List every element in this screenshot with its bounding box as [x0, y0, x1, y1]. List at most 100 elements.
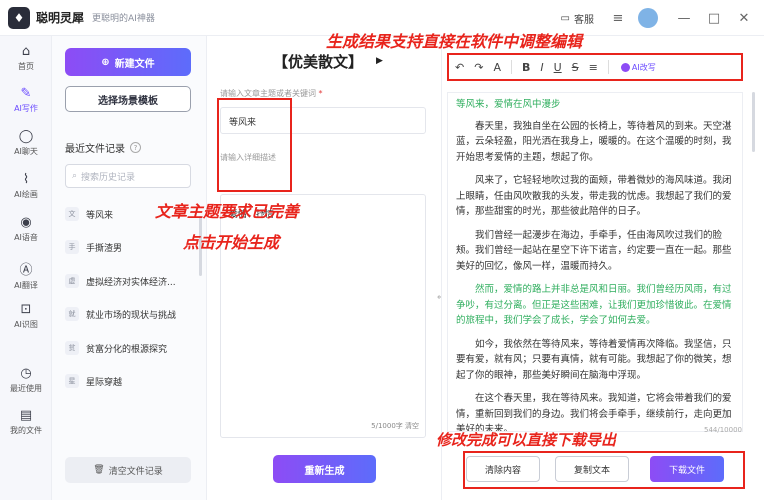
article-paragraph: 风来了，它轻轻地吹过我的面颊，带着微妙的海风味道。我闭上眼睛，任由风吹散我的头发… — [456, 175, 732, 217]
home-icon: ⌂ — [21, 44, 31, 59]
choose-template-button[interactable]: 选择场景模板 — [65, 86, 191, 112]
sidebar-item-label: 我的文件 — [10, 426, 42, 435]
app-name: 聪明灵犀 — [36, 11, 85, 25]
download-file-button[interactable]: 下载文件 — [650, 456, 724, 482]
maximize-icon[interactable]: □ — [704, 11, 724, 26]
close-icon[interactable]: ✕ — [734, 11, 754, 26]
sidebar-item-ai-translate[interactable]: Ⓐ AI翻译 — [0, 259, 52, 291]
history-item[interactable]: 手 手撕渣男 — [65, 240, 195, 254]
ai-icon — [620, 62, 630, 72]
sidebar-item-label: AI绘画 — [14, 190, 38, 199]
file-icon: ▤ — [19, 408, 33, 423]
history-item-label: 星际穿越 — [86, 377, 123, 388]
sidebar-item-ai-recognize[interactable]: ⊡ AI识图 — [0, 302, 52, 330]
chat-icon: ◯ — [18, 129, 34, 144]
search-placeholder: 搜索历史记录 — [81, 172, 136, 183]
file-icon: 文 — [65, 207, 79, 221]
sidebar-item-label: 首页 — [18, 62, 34, 71]
file-icon: 贫 — [65, 341, 79, 355]
template-title: 【优美散文】 — [273, 53, 364, 71]
undo-icon[interactable]: ↶ — [455, 61, 464, 74]
sidebar-item-label: AI写作 — [14, 104, 38, 113]
article-heading: 等风来，爱情在风中漫步 — [456, 99, 561, 110]
article-scrollbar[interactable] — [752, 92, 755, 152]
voice-icon: ◉ — [20, 215, 32, 230]
clear-history-label: 清空文件记录 — [108, 466, 163, 477]
menu-icon[interactable]: ≡ — [608, 11, 628, 26]
clear-content-button[interactable]: 清除内容 — [466, 456, 540, 482]
italic-button[interactable]: I — [540, 61, 543, 74]
sidebar-item-label: AI语音 — [14, 233, 38, 242]
copy-text-button[interactable]: 复制文本 — [555, 456, 629, 482]
chat-icon: ▭ — [560, 12, 570, 24]
sidebar-item-home[interactable]: ⌂ 首页 — [0, 44, 52, 72]
minimize-icon[interactable]: — — [674, 11, 694, 26]
history-item-label: 贫富分化的根源探究 — [86, 344, 168, 355]
scan-icon: ⊡ — [20, 302, 32, 317]
plus-icon: ⊕ — [101, 56, 110, 68]
pen-icon: ✎ — [20, 86, 32, 101]
annotation-middle-2: 点击开始生成 — [183, 233, 280, 252]
sidebar-item-label: AI翻译 — [14, 281, 38, 290]
brush-icon: ⌇ — [22, 172, 30, 187]
app-slogan: 更聪明的AI神器 — [92, 14, 155, 24]
divider — [510, 60, 512, 74]
input-highlight-box — [217, 98, 292, 192]
strikethrough-button[interactable]: S — [572, 61, 579, 74]
history-item-label: 手撕渣男 — [86, 243, 123, 254]
file-icon: 虚 — [65, 274, 79, 288]
underline-button[interactable]: U — [554, 61, 562, 74]
sidebar-item-label: AI聊天 — [14, 147, 38, 156]
play-icon[interactable]: ▶ — [376, 56, 383, 66]
support-button[interactable]: ▭ 客服 — [561, 11, 594, 26]
align-button[interactable]: ≡ — [589, 61, 598, 74]
sidebar-item-recent[interactable]: ◷ 最近使用 — [0, 366, 52, 394]
clear-history-button[interactable]: 🗑 清空文件记录 — [65, 457, 191, 483]
translate-icon: Ⓐ — [19, 263, 33, 278]
ai-rewrite-label: AI改写 — [631, 62, 656, 72]
sidebar-item-ai-writing[interactable]: ✎ AI写作 — [0, 86, 52, 114]
font-color-button[interactable]: A — [493, 61, 501, 74]
app-logo-icon: ♦ — [8, 6, 30, 29]
sidebar-item-label: 最近使用 — [10, 384, 42, 393]
file-icon: 星 — [65, 374, 79, 388]
annotation-bottom: 修改完成可以直接下载导出 — [436, 431, 617, 449]
ai-rewrite-button[interactable]: AI改写 — [620, 62, 656, 73]
sidebar-item-ai-voice[interactable]: ◉ AI语音 — [0, 215, 52, 243]
support-label: 客服 — [574, 14, 594, 26]
avatar[interactable] — [638, 8, 658, 28]
file-icon: 手 — [65, 240, 79, 254]
history-item-label: 就业市场的现状与挑战 — [86, 310, 177, 321]
sidebar: ⌂ 首页 ✎ AI写作 ◯ AI聊天 ⌇ AI绘画 ◉ AI语音 Ⓐ AI翻译 … — [0, 36, 52, 500]
sidebar-item-label: AI识图 — [14, 320, 38, 329]
new-file-button[interactable]: ⊕ 新建文件 — [65, 48, 191, 76]
regenerate-button[interactable]: 重新生成 — [273, 455, 376, 483]
article-content[interactable]: 等风来，爱情在风中漫步 春天里，我独自坐在公园的长椅上，等待着风的到来。天空湛蓝… — [447, 92, 743, 432]
history-search-input[interactable]: ⌕ 搜索历史记录 — [65, 164, 191, 188]
history-item-label: 等风来 — [86, 210, 114, 221]
divider — [607, 60, 609, 74]
history-item[interactable]: 就 就业市场的现状与挑战 — [65, 307, 195, 321]
article-paragraph: 在这个春天里，我在等待风来。我知道，它将会带着我们的爱情，重新回到我们的身边。我… — [456, 393, 732, 432]
article-paragraph: 春天里，我独自坐在公园的长椅上，等待着风的到来。天空湛蓝，云朵轻盈，阳光洒在我身… — [456, 120, 732, 163]
annotation-top: 生成结果支持直接在软件中调整编辑 — [326, 32, 583, 51]
sidebar-item-my-files[interactable]: ▤ 我的文件 — [0, 408, 52, 436]
new-file-label: 新建文件 — [114, 58, 155, 70]
recent-files-title: 最近文件记录 — [65, 144, 125, 155]
file-panel: ⊕ 新建文件 选择场景模板 最近文件记录 ? ⌕ 搜索历史记录 文 等风来 手 … — [52, 36, 207, 500]
history-item[interactable]: 贫 贫富分化的根源探究 — [65, 341, 195, 355]
history-item[interactable]: 星 星际穿越 — [65, 374, 195, 388]
history-item[interactable]: 虚 虚拟经济对实体经济... — [65, 274, 195, 288]
help-icon[interactable]: ? — [130, 142, 141, 153]
format-toolbar: ↶ ↷ A B I U S ≡ AI改写 — [447, 53, 743, 81]
sidebar-item-ai-chat[interactable]: ◯ AI聊天 — [0, 129, 52, 157]
sidebar-item-ai-painting[interactable]: ⌇ AI绘画 — [0, 172, 52, 200]
redo-icon[interactable]: ↷ — [474, 61, 483, 74]
annotation-middle-1: 文章主题要求已完善 — [155, 202, 300, 221]
article-char-count: 544/10000 — [704, 426, 742, 434]
clock-icon: ◷ — [20, 366, 32, 381]
history-item-label: 虚拟经济对实体经济... — [86, 277, 176, 288]
detail-char-count[interactable]: 5/1000字 清空 — [371, 421, 419, 431]
required-mark: * — [318, 89, 323, 98]
bold-button[interactable]: B — [522, 61, 530, 74]
